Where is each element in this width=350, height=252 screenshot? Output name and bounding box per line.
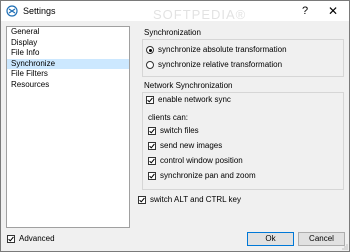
checkmark-icon	[149, 143, 155, 149]
switch-alt-ctrl-checkbox[interactable]	[138, 196, 146, 204]
app-icon	[6, 5, 18, 17]
network-group-title: Network Synchronization	[144, 81, 233, 90]
sync-group-title: Synchronization	[144, 28, 201, 37]
checkmark-icon	[149, 128, 155, 134]
nav-item-general[interactable]: General	[7, 27, 129, 38]
checkmark-icon	[149, 173, 155, 179]
window-title: Settings	[23, 6, 56, 16]
cancel-button[interactable]: Cancel	[298, 232, 345, 246]
absolute-transform-radio[interactable]	[146, 46, 154, 54]
advanced-checkbox[interactable]	[7, 235, 15, 243]
absolute-transform-label: synchronize absolute transformation	[158, 45, 287, 54]
nav-item-file-info[interactable]: File Info	[7, 48, 129, 59]
switch-files-label: switch files	[160, 126, 199, 135]
control-window-position-checkbox[interactable]	[148, 157, 156, 165]
enable-network-sync-label: enable network sync	[158, 95, 231, 104]
checkmark-icon	[139, 197, 145, 203]
relative-transform-label: synchronize relative transformation	[158, 60, 283, 69]
nav-item-file-filters[interactable]: File Filters	[7, 69, 129, 80]
watermark-text: SOFTPEDIA®	[153, 7, 247, 22]
send-new-images-label: send new images	[160, 141, 223, 150]
checkmark-icon	[8, 236, 14, 242]
advanced-label: Advanced	[19, 234, 55, 243]
clients-can-label: clients can:	[148, 113, 189, 122]
switch-files-checkbox[interactable]	[148, 127, 156, 135]
relative-transform-radio[interactable]	[146, 61, 154, 69]
control-window-position-label: control window position	[160, 156, 243, 165]
title-bar: Settings SOFTPEDIA® ? ✕	[1, 1, 349, 22]
enable-network-sync-checkbox[interactable]	[146, 96, 154, 104]
close-button[interactable]: ✕	[325, 4, 341, 18]
settings-dialog: Settings SOFTPEDIA® ? ✕ General Display …	[0, 0, 350, 252]
settings-category-list[interactable]: General Display File Info Synchronize Fi…	[6, 26, 130, 228]
checkmark-icon	[147, 97, 153, 103]
switch-alt-ctrl-label: switch ALT and CTRL key	[150, 195, 241, 204]
send-new-images-checkbox[interactable]	[148, 142, 156, 150]
checkmark-icon	[149, 158, 155, 164]
synchronize-pan-zoom-label: synchronize pan and zoom	[160, 171, 256, 180]
nav-item-synchronize[interactable]: Synchronize	[7, 58, 129, 69]
nav-item-display[interactable]: Display	[7, 38, 129, 49]
synchronize-pan-zoom-checkbox[interactable]	[148, 172, 156, 180]
help-button[interactable]: ?	[297, 4, 313, 18]
nav-item-resources[interactable]: Resources	[7, 80, 129, 91]
resize-grip-icon[interactable]	[341, 243, 348, 250]
ok-button[interactable]: Ok	[247, 232, 294, 246]
